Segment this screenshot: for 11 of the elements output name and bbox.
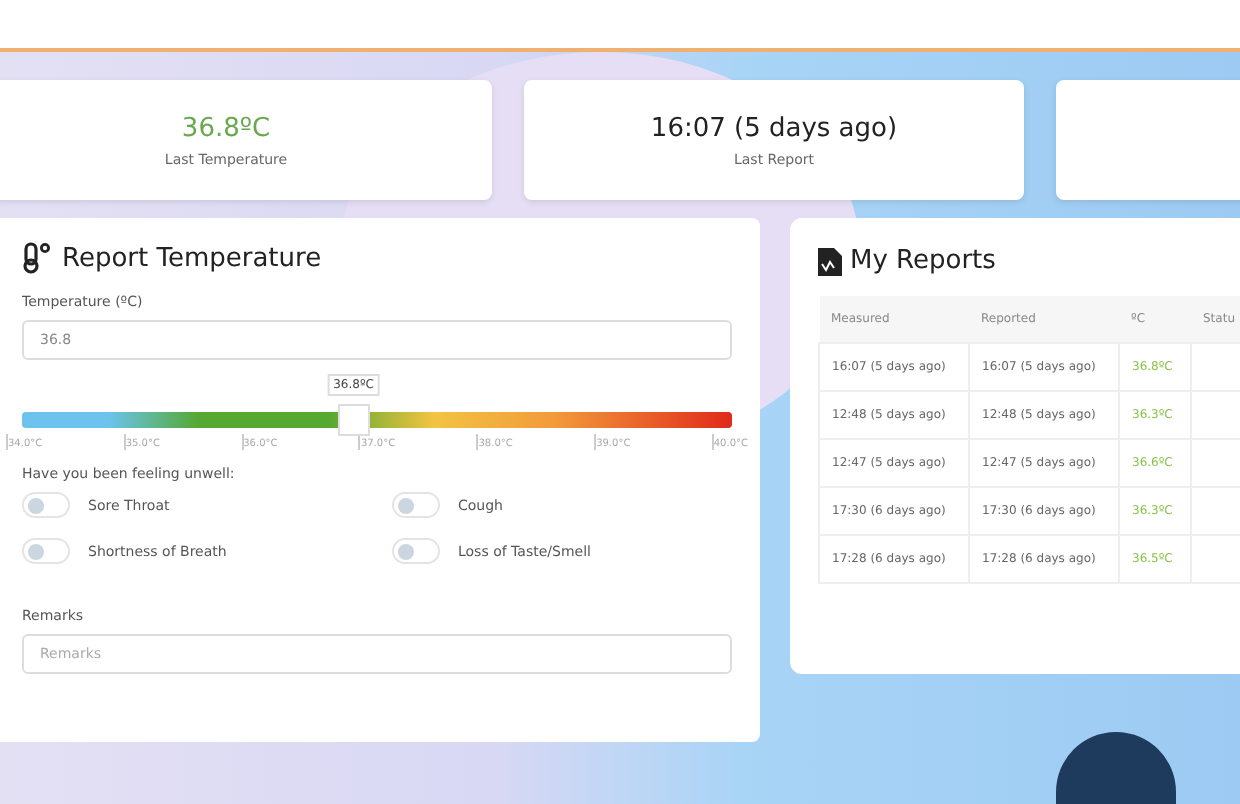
- thermometer-icon: [22, 242, 54, 274]
- panel-title: Report Temperature: [62, 243, 322, 273]
- toggle-switch[interactable]: [392, 492, 440, 518]
- document-icon: [818, 247, 842, 275]
- toggle-switch[interactable]: [22, 538, 70, 564]
- panel-title: My Reports: [850, 246, 996, 276]
- stat-value: 36.8ºC: [181, 113, 271, 143]
- toggle-switch[interactable]: [392, 538, 440, 564]
- slider-thumb[interactable]: [337, 404, 370, 436]
- toggle-switch[interactable]: [22, 492, 70, 518]
- stat-value: 16:07 (5 days ago): [650, 113, 898, 143]
